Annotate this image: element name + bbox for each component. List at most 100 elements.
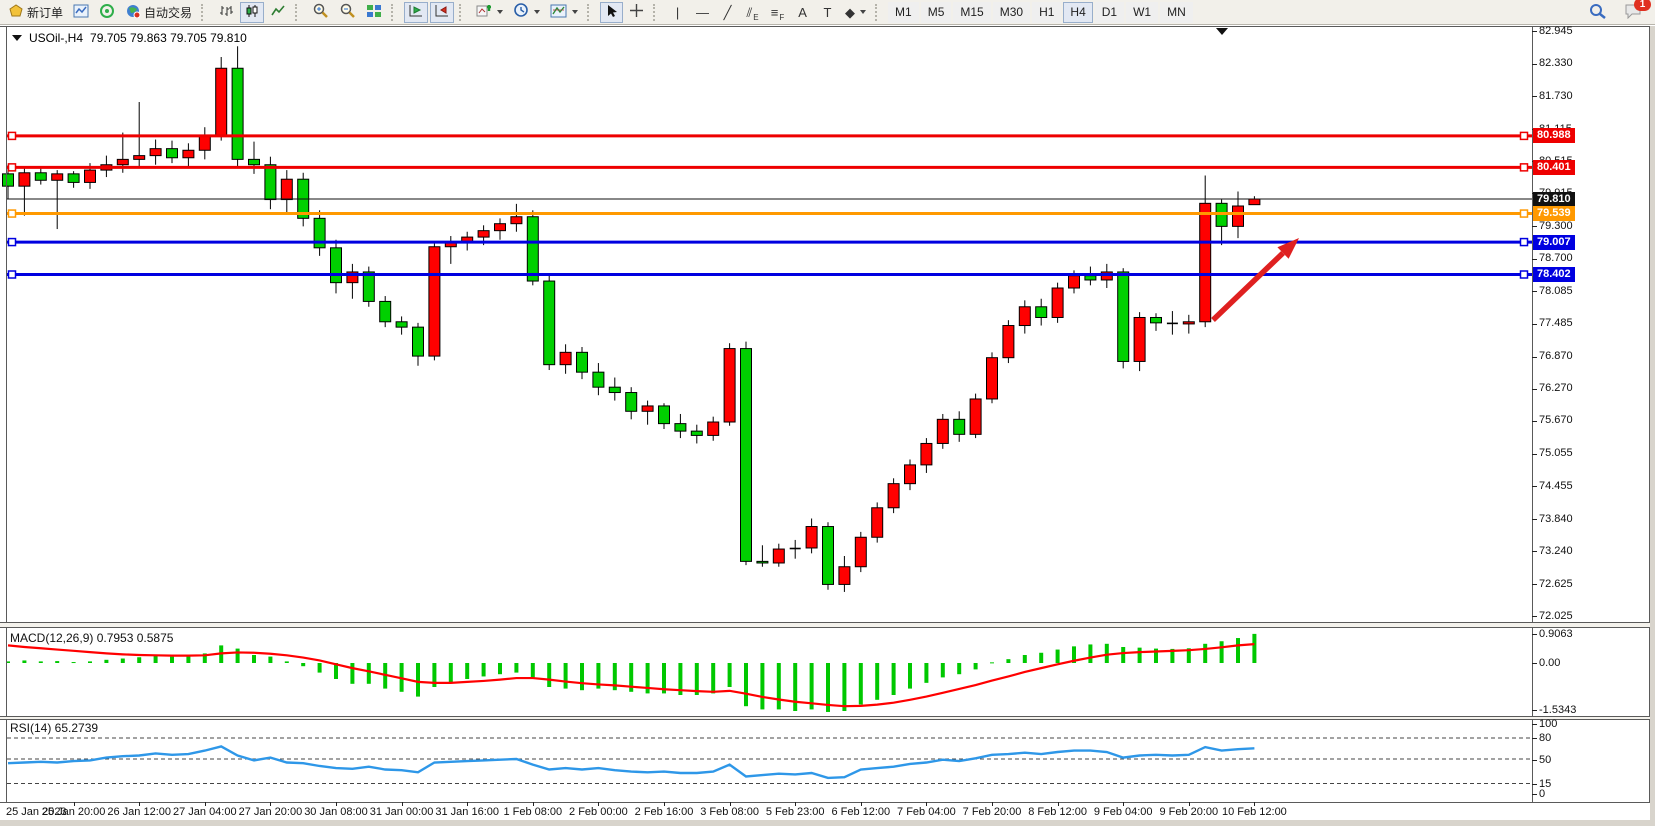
time-axis-label: 7 Feb 04:00	[897, 806, 956, 818]
fibonacci-button[interactable]: ≡F	[766, 2, 789, 23]
timeframe-d1-button[interactable]: D1	[1095, 2, 1124, 23]
price-axis-tick	[1532, 519, 1537, 520]
auto-trading-button[interactable]: 自动交易	[121, 2, 196, 23]
price-axis-tick	[1532, 454, 1537, 455]
price-axis-label: 73.240	[1539, 545, 1573, 557]
timeframe-m15-button[interactable]: M15	[953, 2, 990, 23]
window-bottom-strip	[0, 820, 1655, 826]
timeframe-mn-button[interactable]: MN	[1160, 2, 1193, 23]
hline-handle[interactable]	[9, 132, 16, 139]
price-axis-label: 74.455	[1539, 480, 1573, 492]
hline-handle[interactable]	[1521, 271, 1528, 278]
time-axis-label: 6 Feb 12:00	[831, 806, 890, 818]
hline-handle[interactable]	[9, 271, 16, 278]
price-axis-tick	[1532, 357, 1537, 358]
trend-arrow[interactable]	[1213, 238, 1299, 320]
rsi-line	[8, 746, 1254, 778]
hline-handle[interactable]	[9, 164, 16, 171]
horizontal-line-button[interactable]: —	[691, 2, 714, 23]
macd-label: MACD(12,26,9) 0.7953 0.5875	[10, 631, 173, 645]
arrows-button[interactable]: ◆	[841, 2, 870, 23]
timeframe-h4-button[interactable]: H4	[1063, 2, 1092, 23]
rsi-pane-separator[interactable]	[0, 716, 1655, 720]
chart-shift-button[interactable]	[430, 2, 454, 23]
price-axis-label: 81.730	[1539, 90, 1573, 102]
hline-handle[interactable]	[9, 239, 16, 246]
hline-handle[interactable]	[1521, 132, 1528, 139]
macd-axis-tick	[1532, 710, 1537, 711]
horizontal-line-icon: —	[696, 6, 709, 19]
tile-windows-button[interactable]	[362, 2, 386, 23]
chart-shift-marker[interactable]	[1216, 28, 1228, 35]
search-button[interactable]	[1585, 2, 1610, 23]
price-axis-tick	[1532, 421, 1537, 422]
crosshair-icon	[629, 3, 644, 21]
chart-menu-icon[interactable]	[12, 35, 22, 41]
channel-icon: ⫽	[746, 6, 752, 19]
zoom-in-button[interactable]	[308, 2, 333, 23]
dropdown-caret	[497, 10, 503, 14]
candlestick-button[interactable]	[240, 2, 264, 23]
price-tag-80.988: 80.988	[1533, 128, 1575, 143]
time-axis-label: 27 Jan 20:00	[239, 806, 303, 818]
hline-handle[interactable]	[1521, 239, 1528, 246]
periods-button[interactable]	[509, 2, 544, 23]
signals-button[interactable]	[95, 2, 119, 23]
zoom-out-button[interactable]	[335, 2, 360, 23]
channel-icon-sub: E	[753, 13, 758, 22]
rsi-axis-label: 100	[1539, 718, 1557, 730]
new-order-button[interactable]: 新订单	[4, 2, 67, 23]
hline-handle[interactable]	[1521, 210, 1528, 217]
text-label-icon: T	[824, 6, 832, 19]
signals-icon	[99, 4, 115, 21]
price-axis-tick	[1532, 226, 1537, 227]
templates-button[interactable]	[546, 2, 582, 23]
toolbar-gripper	[295, 4, 303, 21]
timeframe-m1-button[interactable]: M1	[888, 2, 919, 23]
timeframe-m30-button[interactable]: M30	[993, 2, 1030, 23]
timeframe-group: M1M5M15M30H1H4D1W1MN	[887, 2, 1194, 23]
channel-button[interactable]: ⫽E	[741, 2, 764, 23]
line-chart-button[interactable]	[266, 2, 290, 23]
price-axis-tick	[1532, 31, 1537, 32]
vertical-line-button[interactable]: |	[666, 2, 689, 23]
chart-canvas[interactable]	[0, 0, 1655, 826]
cursor-button[interactable]	[600, 2, 623, 23]
time-axis-label: 9 Feb 20:00	[1159, 806, 1218, 818]
price-axis-label: 82.330	[1539, 57, 1573, 69]
price-axis-tick	[1532, 259, 1537, 260]
toolbar-gripper	[875, 4, 883, 21]
price-axis-label: 76.270	[1539, 382, 1573, 394]
trendline-button[interactable]: ╱	[716, 2, 739, 23]
time-axis-label: 7 Feb 20:00	[963, 806, 1022, 818]
auto-scroll-button[interactable]	[404, 2, 428, 23]
text-button[interactable]: A	[791, 2, 814, 23]
time-axis-label: 25 Jan 20:00	[42, 806, 106, 818]
vertical-line-icon: |	[676, 6, 679, 19]
hline-handle[interactable]	[1521, 164, 1528, 171]
bar-chart-button[interactable]	[214, 2, 238, 23]
auto-scroll-icon	[408, 4, 424, 21]
timeframe-m5-button[interactable]: M5	[921, 2, 952, 23]
zoom-in-icon	[312, 3, 329, 21]
templates-icon	[550, 4, 567, 21]
market-watch-button[interactable]	[69, 2, 93, 23]
auto-trading-label: 自动交易	[144, 4, 192, 21]
time-axis-label: 8 Feb 12:00	[1028, 806, 1087, 818]
hline-handle[interactable]	[9, 210, 16, 217]
text-label-button[interactable]: T	[816, 2, 839, 23]
price-axis-label: 82.945	[1539, 25, 1573, 37]
terminal-window: 新订单 自动交易	[0, 0, 1655, 826]
fibonacci-icon-sub: F	[779, 13, 784, 22]
time-axis-label: 5 Feb 23:00	[766, 806, 825, 818]
chat-button[interactable]: 1	[1620, 2, 1646, 23]
timeframe-h1-button[interactable]: H1	[1032, 2, 1061, 23]
crosshair-button[interactable]	[625, 2, 648, 23]
timeframe-w1-button[interactable]: W1	[1126, 2, 1158, 23]
text-icon: A	[798, 6, 807, 19]
price-axis-tick	[1532, 389, 1537, 390]
macd-pane-separator[interactable]	[0, 622, 1655, 628]
bar-chart-icon	[218, 4, 234, 21]
indicators-button[interactable]	[472, 2, 507, 23]
rsi-axis-label: 0	[1539, 788, 1545, 800]
